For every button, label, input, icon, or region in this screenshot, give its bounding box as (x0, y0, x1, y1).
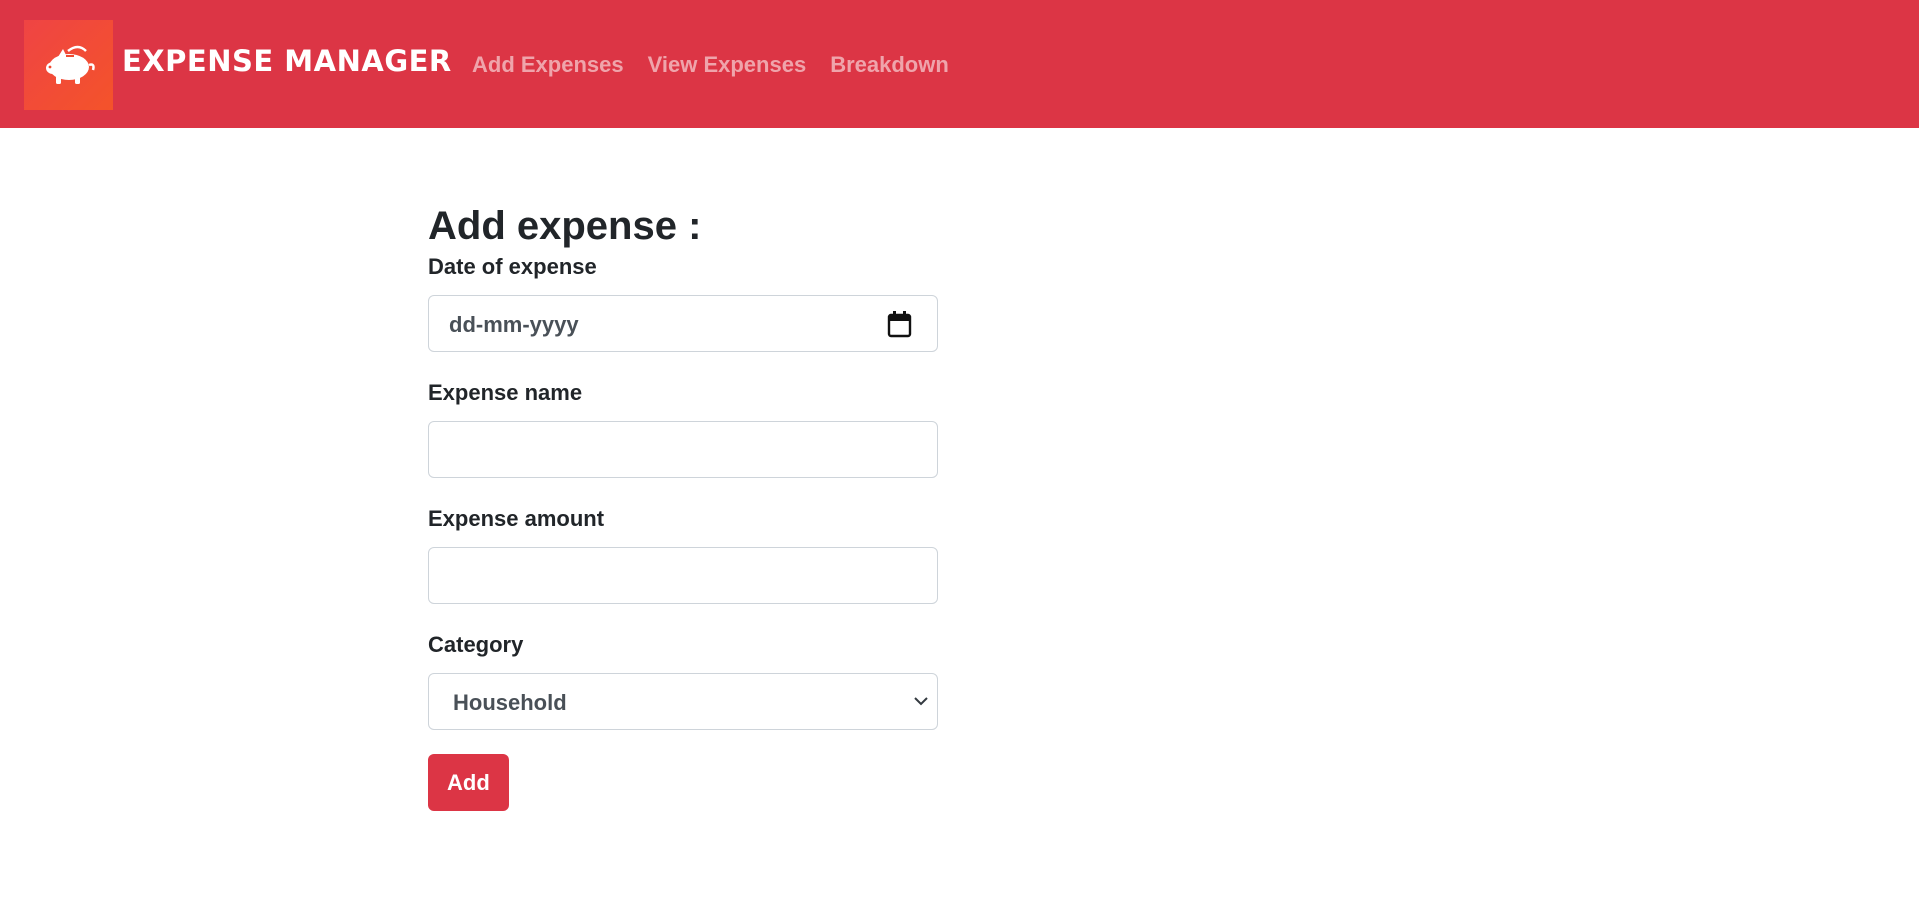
category-group: Category Household (428, 630, 938, 730)
category-label: Category (428, 632, 524, 657)
expense-amount-label: Expense amount (428, 506, 605, 531)
expense-name-input[interactable] (428, 421, 938, 478)
expense-name-label: Expense name (428, 380, 583, 405)
nav-breakdown[interactable]: Breakdown (818, 50, 961, 80)
expense-amount-input[interactable] (428, 547, 938, 604)
amount-group: Expense amount (428, 504, 938, 604)
date-label: Date of expense (428, 254, 597, 279)
calendar-icon[interactable] (887, 311, 912, 338)
date-group: Date of expense dd-mm-yyyy (428, 252, 938, 352)
page-title: Add expense : (428, 204, 702, 248)
brand-title[interactable]: EXPENSE MANAGER (122, 44, 452, 78)
nav-view-expenses[interactable]: View Expenses (636, 50, 819, 80)
nav-add-expenses[interactable]: Add Expenses (472, 50, 636, 80)
name-group: Expense name (428, 378, 938, 478)
chevron-down-icon (914, 697, 928, 706)
category-selected: Household (453, 690, 567, 715)
add-button[interactable]: Add (428, 754, 509, 811)
nav-links: Add Expenses View Expenses Breakdown (472, 50, 961, 80)
date-input[interactable]: dd-mm-yyyy (428, 295, 938, 352)
navbar: EXPENSE MANAGER Add Expenses View Expens… (0, 0, 1919, 128)
piggy-bank-icon (46, 45, 95, 84)
category-select[interactable]: Household (428, 673, 938, 730)
date-placeholder: dd-mm-yyyy (449, 312, 579, 337)
logo[interactable] (24, 20, 113, 110)
add-expense-form: Add expense : Date of expense dd-mm-yyyy… (428, 200, 938, 811)
